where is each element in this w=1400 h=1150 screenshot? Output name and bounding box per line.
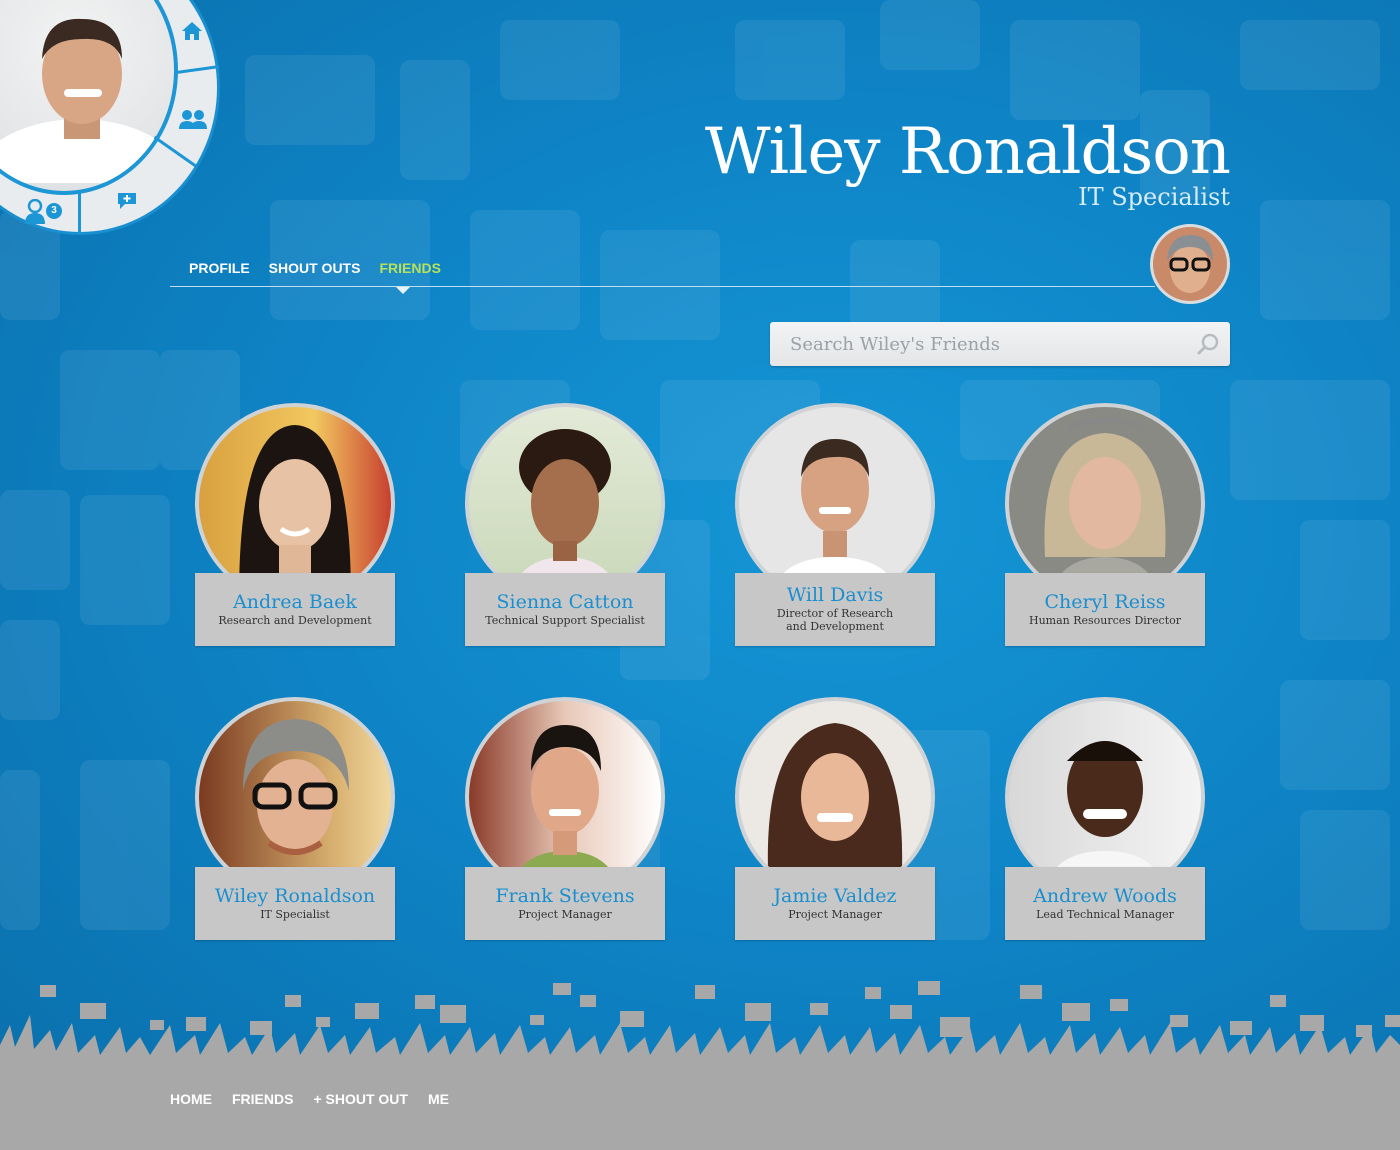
friend-name: Cheryl Reiss xyxy=(1044,591,1166,613)
search-input[interactable] xyxy=(770,322,1190,366)
friend-name: Andrea Baek xyxy=(233,591,357,613)
friend-card[interactable]: Will Davis Director of Research and Deve… xyxy=(735,403,935,648)
add-shout-out-icon[interactable] xyxy=(116,191,138,214)
active-tab-indicator xyxy=(396,287,410,294)
friend-card[interactable]: Cheryl Reiss Human Resources Director xyxy=(1005,403,1205,648)
profile-name: Wiley Ronaldson xyxy=(704,115,1231,189)
friend-card[interactable]: Frank Stevens Project Manager xyxy=(465,697,665,942)
friend-label: Frank Stevens Project Manager xyxy=(465,867,665,940)
friend-search xyxy=(770,322,1230,366)
tab-divider xyxy=(170,286,1155,287)
friend-card[interactable]: Andrew Woods Lead Technical Manager xyxy=(1005,697,1205,942)
footer-link-shout-out[interactable]: + SHOUT OUT xyxy=(313,1091,408,1107)
footer-link-me[interactable]: ME xyxy=(428,1091,449,1107)
menu-divider xyxy=(78,192,81,234)
friend-name: Sienna Catton xyxy=(496,591,634,613)
footer-link-home[interactable]: HOME xyxy=(170,1091,212,1107)
friend-label: Wiley Ronaldson IT Specialist xyxy=(195,867,395,940)
home-icon[interactable] xyxy=(181,21,203,44)
friend-role: Technical Support Specialist xyxy=(485,614,645,627)
friend-card[interactable]: Wiley Ronaldson IT Specialist xyxy=(195,697,395,942)
friend-role: IT Specialist xyxy=(260,908,330,921)
friend-label: Sienna Catton Technical Support Speciali… xyxy=(465,573,665,646)
friend-name: Frank Stevens xyxy=(495,885,635,907)
friend-role: Human Resources Director xyxy=(1028,614,1182,627)
friend-role: Director of Research and Development xyxy=(776,607,894,633)
notification-badge: 3 xyxy=(46,203,62,219)
friend-name: Wiley Ronaldson xyxy=(214,885,376,907)
friend-label: Cheryl Reiss Human Resources Director xyxy=(1005,573,1205,646)
friend-name: Will Davis xyxy=(786,584,884,606)
friend-role: Project Manager xyxy=(518,908,612,921)
friend-name: Jamie Valdez xyxy=(773,885,897,907)
friend-card[interactable]: Andrea Baek Research and Development xyxy=(195,403,395,648)
me-icon[interactable] xyxy=(24,198,46,228)
footer-nav: HOME FRIENDS + SHOUT OUT ME xyxy=(170,1091,449,1107)
profile-tabs: PROFILE SHOUT OUTS FRIENDS xyxy=(189,260,441,276)
profile-avatar[interactable] xyxy=(1150,224,1230,304)
tab-profile[interactable]: PROFILE xyxy=(189,260,250,276)
search-icon[interactable] xyxy=(1196,332,1220,356)
friends-icon[interactable] xyxy=(178,108,208,133)
friend-label: Andrew Woods Lead Technical Manager xyxy=(1005,867,1205,940)
tab-friends[interactable]: FRIENDS xyxy=(379,260,440,276)
friend-label: Jamie Valdez Project Manager xyxy=(735,867,935,940)
profile-title: IT Specialist xyxy=(1078,183,1230,211)
friend-name: Andrew Woods xyxy=(1033,885,1177,907)
footer-link-friends[interactable]: FRIENDS xyxy=(232,1091,293,1107)
friend-label: Will Davis Director of Research and Deve… xyxy=(735,573,935,646)
friend-role: Research and Development xyxy=(218,614,372,627)
friend-role: Lead Technical Manager xyxy=(1036,908,1174,921)
friend-role: Project Manager xyxy=(788,908,882,921)
friend-label: Andrea Baek Research and Development xyxy=(195,573,395,646)
friend-card[interactable]: Sienna Catton Technical Support Speciali… xyxy=(465,403,665,648)
friend-card[interactable]: Jamie Valdez Project Manager xyxy=(735,697,935,942)
tab-shout-outs[interactable]: SHOUT OUTS xyxy=(269,260,361,276)
